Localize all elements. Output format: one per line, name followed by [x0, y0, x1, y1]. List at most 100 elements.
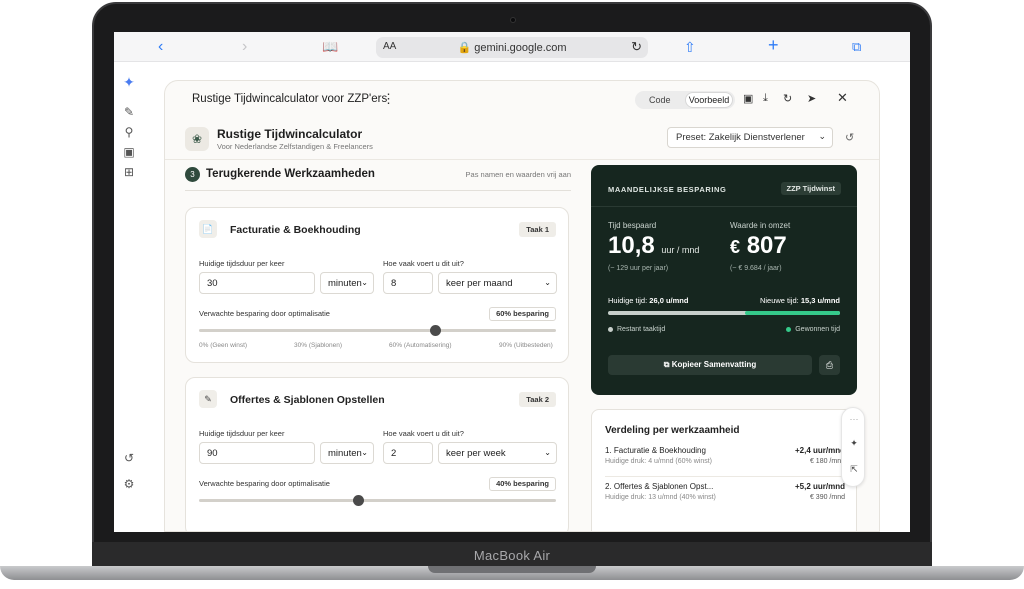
unit-value: minuten: [328, 278, 362, 289]
reload-icon[interactable]: ↻: [631, 39, 642, 55]
item-name: 1. Facturatie & Boekhouding: [605, 446, 706, 455]
copy-summary-button[interactable]: ⧉ Kopieer Samenvatting: [608, 355, 812, 375]
duration-label: Huidige tijdsduur per keer: [199, 429, 285, 438]
list-item: 1. Facturatie & Boekhouding Huidige druk…: [605, 446, 845, 476]
gemini-sidebar: ✦ ✎ ⚲ ▣ ⊞ ↺ ⚙: [114, 62, 144, 532]
drag-handle-icon[interactable]: ⋯: [842, 414, 866, 425]
summary-panel: MAANDELIJKSE BESPARING ZZP Tijdwinst Tij…: [591, 165, 857, 395]
duration-input[interactable]: 90: [199, 442, 315, 464]
slider-tick: 30% (Sjablonen): [294, 342, 343, 349]
task-card: ✎ Offertes & Sjablonen Opstellen Taak 2 …: [185, 377, 569, 531]
laptop-frame: ‹ › 📖 AA 🔒 gemini.google.com ↻ ⇧ + ⧉ ✦ ✎…: [0, 0, 1024, 589]
forward-icon[interactable]: ›: [242, 38, 247, 56]
item-gain: +2,4 uur/mnd: [794, 446, 845, 455]
copy-icon: ⧉: [663, 360, 670, 369]
chevron-down-icon: ⌄: [544, 278, 551, 287]
settings-icon[interactable]: ⚙: [121, 476, 137, 492]
current-value: 26,0 u/mnd: [649, 296, 689, 305]
unit-select[interactable]: minuten ⌄: [320, 272, 374, 294]
bookmarks-icon[interactable]: 📖: [322, 38, 338, 56]
task-card: 📄 Facturatie & Boekhouding Taak 1 Huidig…: [185, 207, 569, 363]
search-icon[interactable]: ⚲: [121, 124, 137, 140]
item-euro: € 390 /mnd: [809, 494, 845, 501]
currency-symbol: €: [730, 237, 741, 257]
url-value: gemini.google.com: [474, 42, 567, 54]
gained-fill: [744, 311, 840, 315]
slider-tick: 0% (Geen winst): [199, 342, 248, 349]
item-euro: € 180 /mnd: [809, 458, 845, 465]
camera: [510, 17, 516, 23]
duration-value: 90: [207, 448, 218, 459]
item-gain: +5,2 uur/mnd: [794, 482, 845, 491]
back-icon[interactable]: ‹: [158, 38, 163, 56]
period-value: keer per maand: [446, 278, 513, 289]
chevron-down-icon: ⌄: [361, 278, 368, 287]
period-select[interactable]: keer per maand ⌄: [438, 272, 557, 294]
frequency-value: 2: [391, 448, 397, 459]
frequency-value: 8: [391, 278, 397, 289]
new-tab-icon[interactable]: +: [768, 36, 779, 54]
screen: ‹ › 📖 AA 🔒 gemini.google.com ↻ ⇧ + ⧉ ✦ ✎…: [114, 32, 910, 532]
tabs-icon[interactable]: ⧉: [852, 38, 861, 56]
gemini-sparkle-icon[interactable]: ✦: [121, 74, 137, 90]
saving-slider[interactable]: [199, 495, 556, 506]
summary-badge: ZZP Tijdwinst: [780, 182, 841, 195]
list-item: 2. Offertes & Sjablonen Opst... Huidige …: [605, 482, 845, 512]
app-header: ❀ Rustige Tijdwincalculator Voor Nederla…: [185, 123, 865, 159]
current-time: Huidige tijd: 26,0 u/mnd: [608, 296, 688, 305]
saving-slider[interactable]: [199, 325, 556, 336]
browser-toolbar: ‹ › 📖 AA 🔒 gemini.google.com ↻ ⇧ + ⧉: [114, 32, 910, 62]
fullscreen-icon[interactable]: ▣: [743, 92, 753, 105]
period-value: keer per week: [446, 448, 506, 459]
task-title[interactable]: Facturatie & Boekhouding: [230, 224, 361, 236]
history-icon[interactable]: ↺: [121, 450, 137, 466]
preset-value: Preset: Zakelijk Dienstverlener: [676, 132, 805, 143]
legend-dot: [786, 326, 792, 332]
unit-value: minuten: [328, 448, 362, 459]
saved-value: 10,8 uur / mnd: [608, 232, 699, 260]
share-icon[interactable]: ➤: [807, 92, 816, 105]
section-header: 3 Terugkerende Werkzaamheden Pas namen e…: [185, 165, 571, 191]
item-detail: Huidige druk: 4 u/mnd (60% winst): [605, 458, 712, 465]
canvas-window: Rustige Tijdwincalculator voor ZZP'ers ⋮…: [164, 80, 880, 532]
new-chat-icon[interactable]: ✎: [121, 104, 137, 120]
more-options-icon[interactable]: ⋮: [382, 91, 395, 107]
section-title: Terugkerende Werkzaamheden: [206, 168, 375, 180]
tab-code[interactable]: Code: [649, 95, 671, 105]
share-icon[interactable]: ⇧: [684, 38, 696, 56]
sparkle-edit-icon[interactable]: ✦: [842, 438, 866, 449]
chevron-down-icon: ⌄: [544, 448, 551, 457]
divider: [591, 206, 857, 207]
download-icon[interactable]: ⤓: [763, 92, 768, 105]
slider-thumb[interactable]: [352, 495, 364, 506]
address-bar[interactable]: AA 🔒 gemini.google.com ↻: [376, 37, 648, 58]
refresh-icon[interactable]: ↻: [783, 92, 792, 105]
device-brand: MacBook Air: [473, 548, 551, 563]
close-icon[interactable]: ✕: [837, 90, 848, 106]
slider-tick: 60% (Automatisering): [389, 342, 452, 349]
frequency-input[interactable]: 2: [383, 442, 433, 464]
task-title[interactable]: Offertes & Sjablonen Opstellen: [230, 394, 385, 406]
legend-gained-text: Gewonnen tijd: [795, 326, 840, 333]
summary-heading: MAANDELIJKSE BESPARING: [608, 185, 727, 194]
slider-thumb[interactable]: [429, 325, 441, 336]
breakdown-card: Verdeling per werkzaamheid 1. Facturatie…: [591, 409, 857, 531]
frequency-input[interactable]: 8: [383, 272, 433, 294]
period-select[interactable]: keer per week ⌄: [438, 442, 557, 464]
saved-number: 10,8: [608, 232, 655, 259]
saved-year: (~ 129 uur per jaar): [608, 265, 669, 272]
step-number: 3: [185, 167, 200, 182]
saved-unit: uur / mnd: [661, 245, 700, 255]
item-name: 2. Offertes & Sjablonen Opst...: [605, 482, 714, 491]
preset-select[interactable]: Preset: Zakelijk Dienstverlener ⌄: [667, 127, 833, 148]
gallery-icon[interactable]: ▣: [121, 144, 137, 160]
print-button[interactable]: ⎙: [819, 355, 840, 375]
unit-select[interactable]: minuten ⌄: [320, 442, 374, 464]
apps-icon[interactable]: ⊞: [121, 164, 137, 180]
breakdown-title: Verdeling per werkzaamheid: [605, 425, 740, 436]
select-element-icon[interactable]: ⇱: [842, 464, 866, 475]
tab-preview[interactable]: Voorbeeld: [685, 92, 733, 108]
duration-input[interactable]: 30: [199, 272, 315, 294]
reset-icon[interactable]: ↺: [845, 131, 854, 144]
code-preview-toggle[interactable]: Code Voorbeeld: [635, 91, 735, 109]
